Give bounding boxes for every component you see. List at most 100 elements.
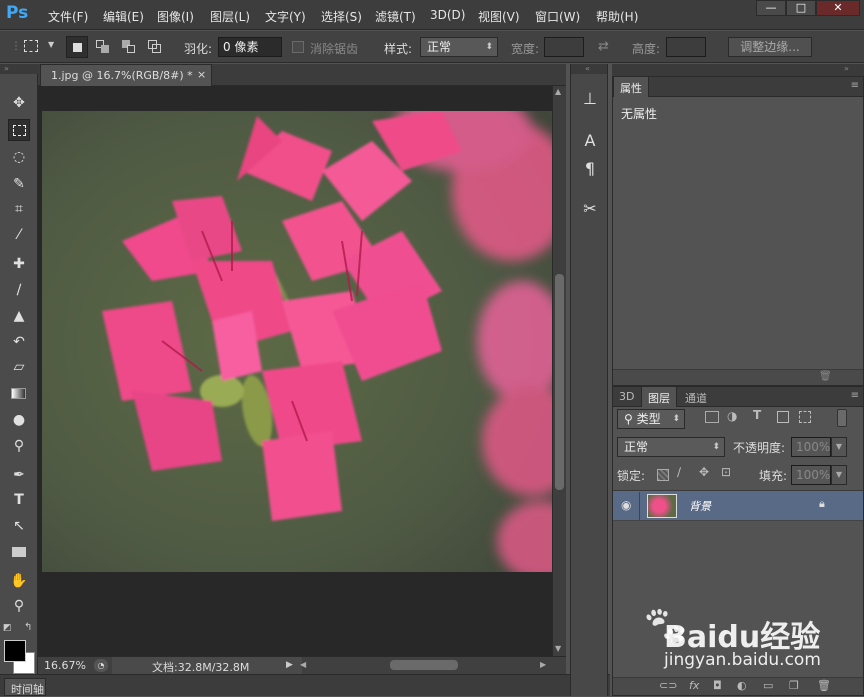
maximize-button[interactable]: □ xyxy=(786,0,816,16)
brush-icon[interactable]: ∕ xyxy=(8,279,30,301)
pixel-filter-icon[interactable] xyxy=(705,411,719,423)
menu-type[interactable]: 文字(Y) xyxy=(265,8,306,25)
filter-toggle[interactable] xyxy=(837,409,847,427)
swap-icon[interactable]: ⇄ xyxy=(598,39,609,54)
scroll-down-icon[interactable]: ▼ xyxy=(555,644,561,653)
type-filter-icon[interactable]: T xyxy=(753,408,761,422)
panel-menu-icon[interactable]: ≡ xyxy=(851,80,859,91)
zoom-level[interactable]: 16.67% xyxy=(44,659,86,672)
rectangle-shape-icon[interactable] xyxy=(8,541,30,563)
intersect-selection-button[interactable] xyxy=(144,36,166,58)
shape-filter-icon[interactable] xyxy=(777,411,789,423)
type-icon[interactable]: T xyxy=(8,489,30,511)
layer-kind-filter[interactable]: ⚲ 类型 ⬍ xyxy=(617,409,685,429)
healing-brush-icon[interactable]: ✚ xyxy=(8,253,30,275)
tool-presets-icon[interactable]: ⊥ xyxy=(579,88,601,110)
zoom-icon[interactable]: ⚲ xyxy=(8,595,30,617)
crop-icon[interactable]: ⌗ xyxy=(8,198,30,220)
menu-view[interactable]: 视图(V) xyxy=(478,8,520,25)
move-icon[interactable]: ✥ xyxy=(8,92,30,114)
document-image[interactable] xyxy=(42,111,552,572)
add-mask-icon[interactable]: ◘ xyxy=(713,679,722,692)
gradient-icon[interactable] xyxy=(8,383,30,405)
hand-icon[interactable]: ✋ xyxy=(8,570,30,592)
clone-stamp-icon[interactable]: ▲ xyxy=(8,305,30,327)
eraser-icon[interactable]: ▱ xyxy=(8,356,30,378)
collapse-icon[interactable]: » xyxy=(0,64,38,74)
height-input[interactable] xyxy=(666,37,706,57)
status-menu-icon[interactable]: ▶ xyxy=(286,660,293,670)
tab-properties[interactable]: 属性 xyxy=(613,77,649,97)
minimize-button[interactable]: — xyxy=(756,0,786,16)
scroll-up-icon[interactable]: ▲ xyxy=(555,87,561,96)
menu-3d[interactable]: 3D(D) xyxy=(430,8,465,22)
paragraph-icon[interactable]: ¶ xyxy=(579,158,601,180)
new-selection-button[interactable] xyxy=(66,36,88,58)
add-selection-button[interactable] xyxy=(92,36,114,58)
fx-icon[interactable]: fx xyxy=(689,679,699,692)
feather-input[interactable]: 0 像素 xyxy=(218,37,282,57)
style-select[interactable]: 正常 ⬍ xyxy=(420,37,498,57)
menu-image[interactable]: 图像(I) xyxy=(157,8,194,25)
scroll-right-icon[interactable]: ▶ xyxy=(540,660,546,669)
default-colors-icon[interactable]: ◩ xyxy=(3,623,12,633)
menu-window[interactable]: 窗口(W) xyxy=(535,8,580,25)
close-tab-icon[interactable]: × xyxy=(197,68,206,81)
eye-icon[interactable]: ◉ xyxy=(621,498,631,512)
history-brush-icon[interactable]: ↶ xyxy=(8,331,30,353)
subtract-selection-button[interactable] xyxy=(118,36,140,58)
menu-file[interactable]: 文件(F) xyxy=(48,8,88,25)
panel-menu-icon[interactable]: ≡ xyxy=(851,390,859,401)
dodge-icon[interactable]: ⚲ xyxy=(8,435,30,457)
adjustment-filter-icon[interactable]: ◑ xyxy=(727,409,737,423)
opacity-input[interactable]: 100% xyxy=(791,437,831,457)
menu-filter[interactable]: 滤镜(T) xyxy=(375,8,416,25)
new-layer-icon[interactable]: ❐ xyxy=(789,679,799,692)
tab-channels[interactable]: 通道 xyxy=(679,387,713,407)
link-layers-icon[interactable]: ⊂⊃ xyxy=(659,679,677,692)
layer-row[interactable]: ◉ 背景 🔒︎ xyxy=(613,491,863,521)
collapse-icon[interactable]: » xyxy=(844,64,849,73)
smartobject-filter-icon[interactable] xyxy=(799,411,811,423)
width-input[interactable] xyxy=(544,37,584,57)
tab-layers[interactable]: 图层 xyxy=(641,387,677,407)
quick-select-icon[interactable]: ✎ xyxy=(8,173,30,195)
scroll-left-icon[interactable]: ◀ xyxy=(300,660,306,669)
tool-preset-picker[interactable]: ▼ xyxy=(24,38,60,58)
menu-help[interactable]: 帮助(H) xyxy=(596,8,638,25)
timeline-tab[interactable]: 时间轴 xyxy=(4,678,46,696)
character-icon[interactable]: A xyxy=(579,130,601,152)
document-tab[interactable]: 1.jpg @ 16.7%(RGB/8#) * × xyxy=(40,64,212,86)
fill-input[interactable]: 100% xyxy=(791,465,831,485)
tab-3d[interactable]: 3D xyxy=(613,387,640,407)
new-group-icon[interactable]: ▭ xyxy=(763,679,773,692)
lock-transparent-icon[interactable] xyxy=(657,469,669,481)
tools-icon[interactable]: ✂ xyxy=(579,198,601,220)
antialias-checkbox[interactable] xyxy=(292,41,304,53)
layer-name[interactable]: 背景 xyxy=(689,498,711,514)
collapse-icon[interactable]: « xyxy=(571,64,607,74)
refine-edge-button[interactable]: 调整边缘... xyxy=(728,37,812,57)
close-button[interactable]: ✕ xyxy=(816,0,860,16)
menu-layer[interactable]: 图层(L) xyxy=(210,8,250,25)
lock-position-icon[interactable]: ✥ xyxy=(699,465,709,479)
blend-mode-select[interactable]: 正常 ⬍ xyxy=(617,437,725,457)
trash-icon[interactable]: 🗑 xyxy=(819,371,832,382)
pen-icon[interactable]: ✒ xyxy=(8,464,30,486)
info-icon[interactable]: ◔ xyxy=(94,659,108,672)
rect-marquee-icon[interactable] xyxy=(8,119,30,141)
horizontal-scroll-thumb[interactable] xyxy=(390,660,458,670)
trash-icon[interactable]: 🗑 xyxy=(817,679,831,692)
foreground-color-swatch[interactable] xyxy=(4,640,26,662)
scroll-thumb[interactable] xyxy=(555,274,564,490)
path-select-icon[interactable]: ↖ xyxy=(8,515,30,537)
new-adjustment-icon[interactable]: ◐ xyxy=(737,679,747,692)
chevron-down-icon[interactable]: ▼ xyxy=(831,437,847,457)
blur-icon[interactable]: ● xyxy=(8,409,30,431)
chevron-down-icon[interactable]: ▼ xyxy=(831,465,847,485)
vertical-scrollbar[interactable]: ▲ ▼ xyxy=(552,86,566,656)
swap-colors-icon[interactable]: ↰ xyxy=(24,622,32,633)
lasso-icon[interactable]: ◌ xyxy=(8,146,30,168)
eyedropper-icon[interactable]: ⁄ xyxy=(8,224,30,246)
menu-select[interactable]: 选择(S) xyxy=(321,8,362,25)
